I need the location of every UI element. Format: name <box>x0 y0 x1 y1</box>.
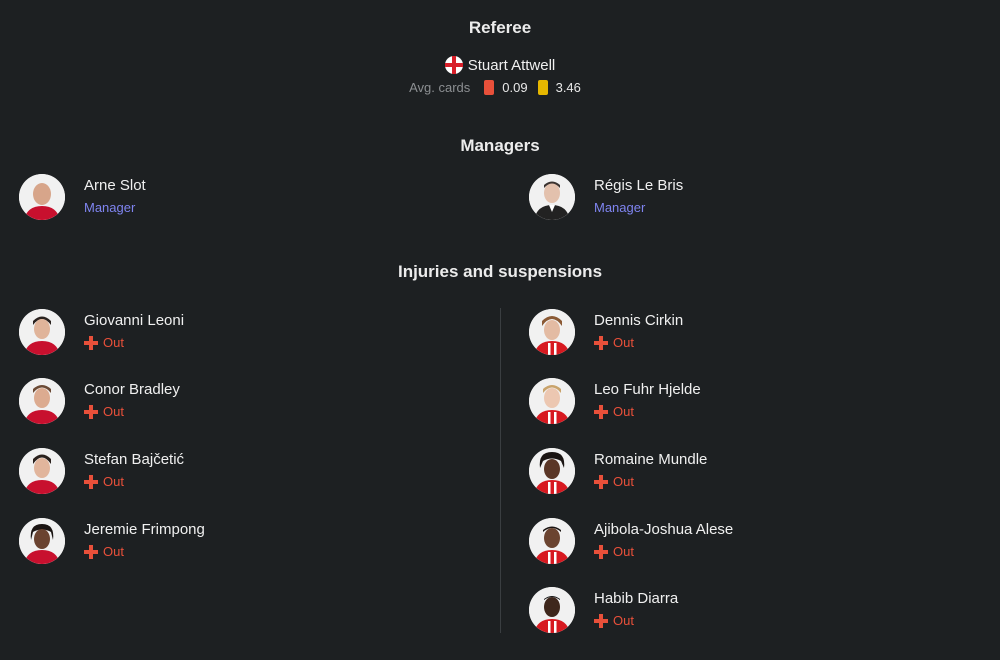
avatar <box>19 378 65 424</box>
player-name: Stefan Bajčetić <box>84 451 185 468</box>
injury-row[interactable]: Jeremie Frimpong Out <box>19 518 205 564</box>
status-label: Out <box>613 474 634 489</box>
injury-status: Out <box>594 334 683 352</box>
player-name: Giovanni Leoni <box>84 312 185 329</box>
match-info-panel: Referee Stuart Attwell Avg. cards 0.09 3… <box>0 0 1000 660</box>
injury-cross-icon <box>594 405 608 419</box>
injury-cross-icon <box>594 614 608 628</box>
injury-row[interactable]: Habib Diarra Out <box>529 587 678 633</box>
avatar <box>19 448 65 494</box>
injury-row[interactable]: Conor Bradley Out <box>19 378 180 424</box>
manager-home[interactable]: Arne Slot Manager <box>19 174 146 220</box>
injury-row[interactable]: Stefan Bajčetić Out <box>19 448 184 494</box>
avatar <box>529 309 575 355</box>
injury-row[interactable]: Dennis Cirkin Out <box>529 309 683 355</box>
referee-section-title: Referee <box>468 18 532 37</box>
referee-avg-cards: Avg. cards 0.09 3.46 <box>0 80 1000 95</box>
injury-status: Out <box>84 473 184 491</box>
injury-cross-icon <box>84 405 98 419</box>
player-name: Conor Bradley <box>84 381 180 398</box>
player-name: Habib Diarra <box>594 590 679 607</box>
manager-name: Arne Slot <box>84 177 146 194</box>
status-label: Out <box>103 335 124 350</box>
player-name: Dennis Cirkin <box>594 312 684 329</box>
yellow-card-icon <box>537 80 548 95</box>
injury-cross-icon <box>594 336 608 350</box>
injuries-section-title: Injuries and suspensions <box>397 262 603 281</box>
injury-status: Out <box>84 543 205 561</box>
avatar <box>529 174 575 220</box>
injury-row[interactable]: Romaine Mundle Out <box>529 448 707 494</box>
avatar <box>529 378 575 424</box>
red-card-average: 0.09 <box>502 80 528 95</box>
england-flag-icon <box>444 56 463 74</box>
status-label: Out <box>103 404 124 419</box>
manager-name: Régis Le Bris <box>594 177 684 194</box>
injury-status: Out <box>594 473 707 491</box>
avg-cards-label: Avg. cards <box>409 80 471 95</box>
manager-role: Manager <box>594 200 646 215</box>
injury-row[interactable]: Ajibola-Joshua Alese Out <box>529 518 733 564</box>
injury-status: Out <box>84 334 184 352</box>
player-name: Ajibola-Joshua Alese <box>594 521 734 538</box>
avatar <box>529 518 575 564</box>
avatar <box>19 174 65 220</box>
injury-cross-icon <box>84 545 98 559</box>
avatar <box>19 309 65 355</box>
status-label: Out <box>613 613 634 628</box>
injury-row[interactable]: Giovanni Leoni Out <box>19 309 184 355</box>
player-name: Leo Fuhr Hjelde <box>594 381 701 398</box>
status-label: Out <box>103 474 124 489</box>
injury-status: Out <box>594 403 701 421</box>
injury-status: Out <box>594 543 733 561</box>
avatar <box>19 518 65 564</box>
status-label: Out <box>103 544 124 559</box>
yellow-card-average: 3.46 <box>555 80 581 95</box>
avatar <box>529 448 575 494</box>
status-label: Out <box>613 544 634 559</box>
referee-name[interactable]: Stuart Attwell <box>468 57 556 74</box>
manager-role: Manager <box>84 200 136 215</box>
status-label: Out <box>613 404 634 419</box>
player-name: Romaine Mundle <box>594 451 708 468</box>
managers-section-title: Managers <box>460 136 540 155</box>
injury-status: Out <box>594 612 678 630</box>
injury-status: Out <box>84 403 180 421</box>
injury-row[interactable]: Leo Fuhr Hjelde Out <box>529 378 701 424</box>
avatar <box>529 587 575 633</box>
column-divider <box>500 308 501 633</box>
injury-cross-icon <box>84 336 98 350</box>
injury-cross-icon <box>84 475 98 489</box>
injury-cross-icon <box>594 475 608 489</box>
referee-info: Stuart Attwell <box>0 56 1000 74</box>
status-label: Out <box>613 335 634 350</box>
injury-cross-icon <box>594 545 608 559</box>
manager-away[interactable]: Régis Le Bris Manager <box>529 174 683 220</box>
player-name: Jeremie Frimpong <box>84 521 205 538</box>
red-card-icon <box>484 80 495 95</box>
